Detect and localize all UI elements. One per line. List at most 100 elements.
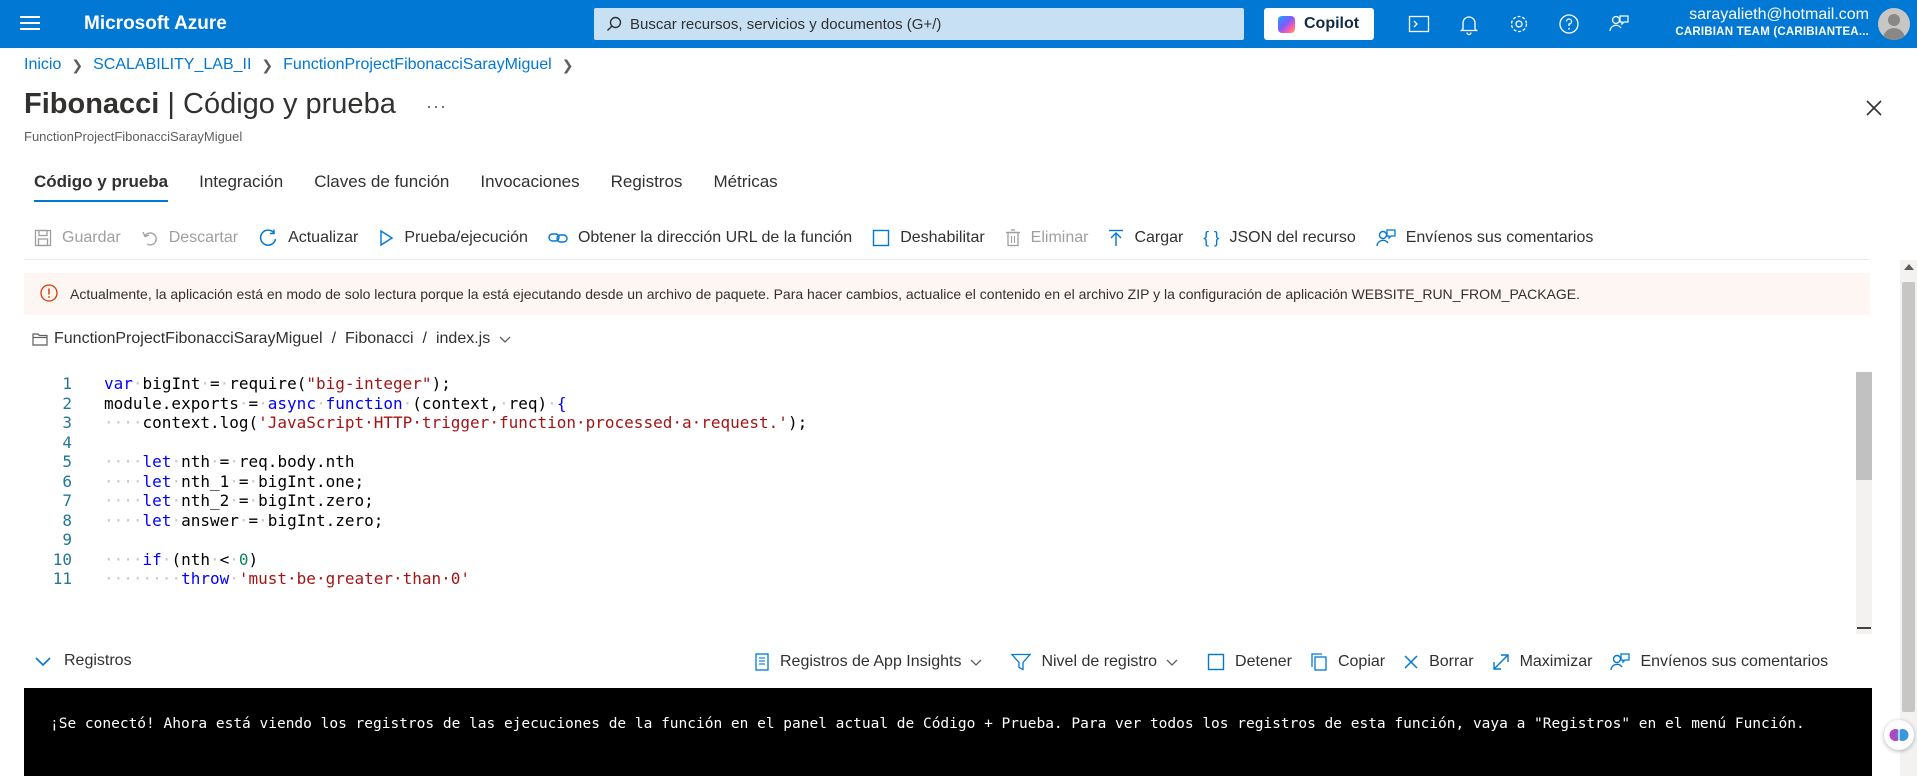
code-token: · <box>258 510 268 530</box>
tab-code-test[interactable]: Código y prueba <box>34 172 169 202</box>
tab-function-keys[interactable]: Claves de función <box>314 172 449 202</box>
code-editor[interactable]: 1 var·bigInt·=·require("big-integer"); 2 mo… <box>24 372 1870 634</box>
code-token: { <box>556 393 567 413</box>
file-path: FunctionProjectFibonacciSarayMiguel / Fi… <box>32 330 512 348</box>
close-icon[interactable] <box>1864 98 1884 118</box>
tab-metrics[interactable]: Métricas <box>713 172 777 202</box>
copilot-floating-button[interactable] <box>1884 720 1914 750</box>
copy-button[interactable]: Copiar <box>1310 653 1385 671</box>
feedback-icon <box>1376 229 1396 247</box>
log-level-dropdown[interactable]: Nivel de registro <box>1011 653 1189 671</box>
file-selector[interactable]: index.js <box>436 330 512 348</box>
code-token: = <box>219 452 230 471</box>
scroll-up-arrow-icon[interactable] <box>1904 264 1914 270</box>
discard-button[interactable]: Descartar <box>141 229 238 247</box>
hamburger-menu-icon[interactable] <box>18 12 42 36</box>
tab-invocations[interactable]: Invocaciones <box>480 172 579 202</box>
code-token: ); <box>787 413 808 432</box>
log-console[interactable]: ¡Se conectó! Ahora está viendo los regis… <box>24 688 1872 776</box>
code-text: ····let·answer·=·bigInt.zero; <box>104 511 383 530</box>
code-token: 0 <box>238 549 249 569</box>
clear-button[interactable]: Borrar <box>1403 653 1474 671</box>
code-token: "big-integer" <box>306 374 432 393</box>
disable-button[interactable]: Deshabilitar <box>872 229 985 247</box>
delete-button[interactable]: Eliminar <box>1005 229 1088 247</box>
resource-json-button[interactable]: { } JSON del recurso <box>1203 228 1355 248</box>
save-button[interactable]: Guardar <box>34 229 121 247</box>
more-options-button[interactable]: ··· <box>426 96 447 117</box>
copilot-button[interactable]: Copilot <box>1264 8 1374 40</box>
code-token: · <box>229 569 239 588</box>
refresh-button[interactable]: Actualizar <box>258 228 358 248</box>
code-text: ····let·nth_2·=·bigInt.zero; <box>104 491 374 510</box>
clear-label: Borrar <box>1429 653 1474 670</box>
code-token: let <box>142 510 172 530</box>
gear-icon[interactable] <box>1507 12 1531 36</box>
code-token: throw <box>181 569 230 588</box>
app-insights-logs-dropdown[interactable]: Registros de App Insights <box>754 653 993 671</box>
breadcrumb-resource-group[interactable]: SCALABILITY_LAB_II <box>93 56 251 74</box>
clear-icon <box>1404 655 1418 669</box>
code-token: req) <box>508 393 548 413</box>
page-scrollbar-thumb[interactable] <box>1902 282 1915 712</box>
code-token: < <box>219 549 230 569</box>
breadcrumb: Inicio ❯ SCALABILITY_LAB_II ❯ FunctionPr… <box>24 56 583 74</box>
test-run-button[interactable]: Prueba/ejecución <box>378 229 528 247</box>
copy-icon <box>1311 653 1327 671</box>
code-token: nth <box>181 452 210 471</box>
logs-feedback-button[interactable]: Envíenos sus comentarios <box>1610 652 1828 672</box>
logs-actions: Registros de App Insights Nivel de regis… <box>754 652 1846 672</box>
tab-bar: Código y prueba Integración Claves de fu… <box>34 172 809 202</box>
help-icon[interactable] <box>1557 12 1581 36</box>
code-text: ····let·nth_1·=·bigInt.one; <box>104 472 364 491</box>
code-token: = <box>248 510 259 530</box>
page-subtitle: FunctionProjectFibonacciSarayMiguel <box>24 129 243 144</box>
line-number: 4 <box>62 432 72 452</box>
chevron-down-icon <box>499 336 511 343</box>
send-feedback-button[interactable]: Envíenos sus comentarios <box>1376 228 1593 248</box>
bell-icon[interactable] <box>1457 12 1481 36</box>
code-token: · <box>171 510 182 530</box>
code-text: module.exports·=·async·function·(context… <box>104 394 566 413</box>
code-token: 'JavaScript·HTTP·trigger·function·proces… <box>258 413 788 432</box>
logs-label: Registros <box>64 652 132 669</box>
maximize-button[interactable]: Maximizar <box>1492 653 1592 671</box>
code-token: · <box>161 549 172 569</box>
command-bar: Guardar Descartar Actualizar Prueba/ejec… <box>34 226 1613 250</box>
global-search[interactable] <box>594 8 1244 40</box>
account-menu[interactable]: sarayalieth@hotmail.com CARIBIAN TEAM (C… <box>1675 6 1869 38</box>
tab-integration[interactable]: Integración <box>199 172 283 202</box>
code-token: · <box>238 393 249 413</box>
upload-button[interactable]: Cargar <box>1108 229 1183 247</box>
code-token: ···· <box>142 569 182 588</box>
cloud-shell-icon[interactable] <box>1407 12 1431 36</box>
logs-feedback-label: Envíenos sus comentarios <box>1640 653 1829 670</box>
brand-title[interactable]: Microsoft Azure <box>84 13 227 35</box>
line-number: 8 <box>62 510 72 530</box>
avatar[interactable] <box>1878 8 1910 40</box>
code-token: · <box>229 471 239 491</box>
stop-button[interactable]: Detener <box>1207 653 1292 671</box>
code-token: context.log( <box>142 413 259 432</box>
breadcrumb-home[interactable]: Inicio <box>24 56 61 74</box>
tab-logs[interactable]: Registros <box>611 172 683 202</box>
code-text: ····let·nth·=·req.body.nth <box>104 452 355 471</box>
code-token: · <box>229 549 239 569</box>
code-token: ···· <box>104 491 143 510</box>
editor-scrollbar-thumb[interactable] <box>1856 372 1872 480</box>
logs-toolbar: Registros Registros de App Insights Nive… <box>34 652 1874 676</box>
search-icon <box>607 16 622 31</box>
code-token: ···· <box>104 569 143 588</box>
logs-toggle[interactable]: Registros <box>34 652 132 670</box>
search-input[interactable] <box>630 8 1230 40</box>
line-number: 3 <box>62 413 72 432</box>
get-function-url-button[interactable]: Obtener la dirección URL de la función <box>548 229 852 247</box>
code-token: = <box>238 491 249 510</box>
feedback-icon[interactable] <box>1607 12 1631 36</box>
info-icon <box>40 284 58 302</box>
code-token: · <box>258 393 268 413</box>
line-number: 10 <box>52 549 72 569</box>
code-token: · <box>132 374 143 393</box>
breadcrumb-function-app[interactable]: FunctionProjectFibonacciSarayMiguel <box>283 56 552 74</box>
code-token: · <box>229 452 239 471</box>
